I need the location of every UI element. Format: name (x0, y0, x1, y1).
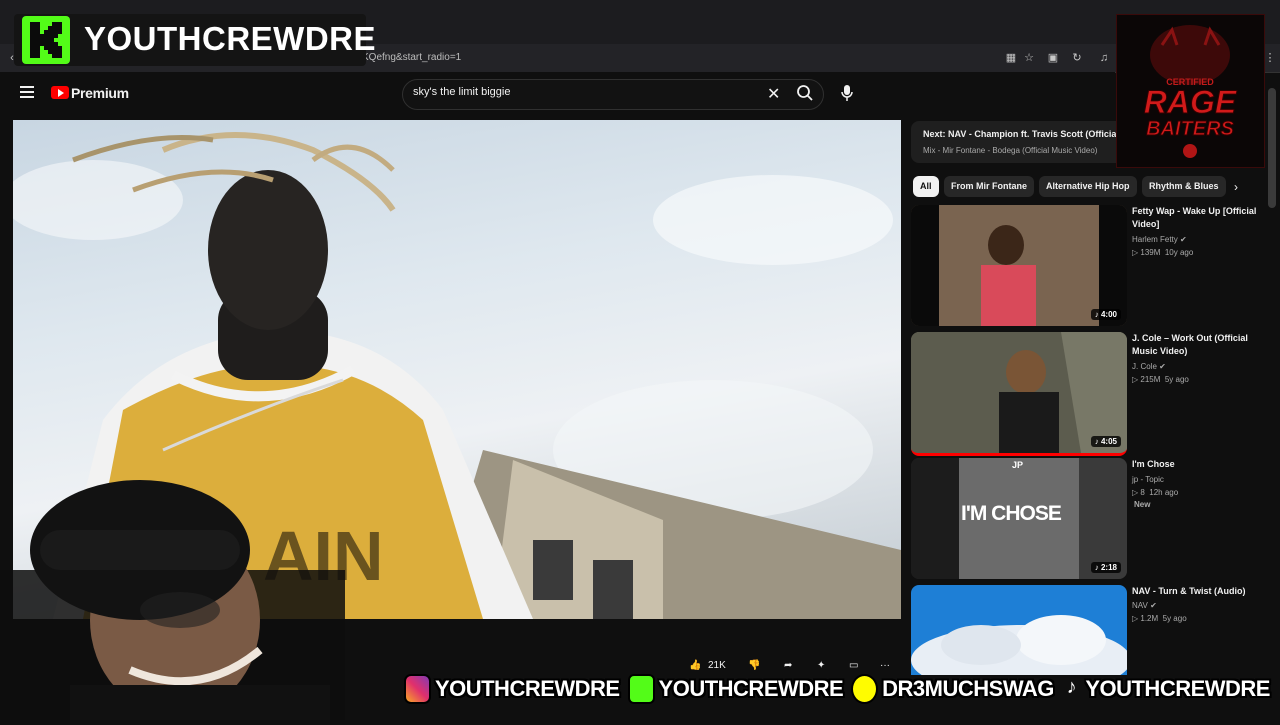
kick-logo-icon (22, 16, 70, 64)
thumbnail-2[interactable]: ♪ 4:05 (911, 332, 1127, 456)
chip-alternative-hip-hop[interactable]: Alternative Hip Hop (1039, 176, 1137, 197)
webcam-overlay (0, 470, 345, 720)
menu-icon[interactable] (20, 86, 34, 98)
svg-text:BAITERS: BAITERS (1146, 118, 1234, 140)
thumb-logo: JP (1012, 460, 1024, 470)
thumb-text: I'M CHOSE (961, 502, 1062, 525)
music-icon[interactable]: ♫ (1096, 50, 1112, 66)
rec-stats-1: ▷ 139M 10y ago (1132, 248, 1194, 257)
thumbnail-1[interactable]: ♪ 4:00 (911, 205, 1127, 326)
thumbnail-3[interactable]: JP I'M CHOSE ♪ 2:18 (911, 458, 1127, 579)
social-banner: YOUTHCREWDRE YOUTHCREWDRE DR3MUCHSWAG ♪ … (404, 673, 1270, 705)
rec-stats-2: ▷ 215M 5y ago (1132, 375, 1189, 384)
microphone-icon[interactable] (840, 84, 854, 107)
kick-icon (627, 674, 655, 704)
rec-stats-3: ▷ 8 12h ago (1132, 488, 1179, 497)
svg-text:RAGE: RAGE (1144, 84, 1238, 120)
instagram-icon (404, 674, 431, 704)
apps-icon[interactable]: ▦ (1003, 50, 1019, 66)
chevron-right-icon[interactable]: › (1234, 180, 1238, 194)
verified-icon: ✔ (1159, 362, 1166, 371)
duration-badge: ♪ 4:05 (1090, 436, 1121, 447)
chip-rhythm-blues[interactable]: Rhythm & Blues (1142, 176, 1226, 197)
like-icon[interactable]: 👍 (689, 660, 701, 671)
duration-badge: ♪ 2:18 (1090, 562, 1121, 573)
banner-snapchat: DR3MUCHSWAG (882, 676, 1054, 701)
verified-icon: ✔ (1180, 235, 1187, 244)
rec-title-3[interactable]: I'm Chose (1132, 458, 1260, 471)
rec-channel-4: NAV ✔ (1132, 601, 1157, 610)
rec-title-4[interactable]: NAV - Turn & Twist (Audio) (1132, 585, 1260, 598)
rec-title-1[interactable]: Fetty Wap - Wake Up [Official Video] (1132, 205, 1260, 231)
sparkle-icon[interactable]: ✦ (817, 660, 825, 671)
rage-baiters-logo: CERTIFIED RAGE BAITERS (1116, 14, 1265, 168)
thumbnail-4[interactable] (911, 585, 1127, 675)
banner-instagram: YOUTHCREWDRE (434, 676, 620, 701)
extension-icon[interactable]: ▣ (1045, 50, 1061, 66)
up-next-card[interactable] (911, 121, 1131, 163)
kick-username: YOUTHCREWDRE (84, 20, 376, 57)
star-icon[interactable]: ☆ (1021, 50, 1037, 66)
rec-channel-3: jp - Topic (1132, 475, 1164, 484)
share-icon[interactable]: ➦ (784, 660, 792, 671)
new-badge: New (1134, 500, 1151, 509)
play-icon (58, 89, 64, 97)
up-next-subtitle: Mix - Mir Fontane - Bodega (Official Mus… (923, 146, 1098, 155)
chip-from-mir-fontane[interactable]: From Mir Fontane (944, 176, 1034, 197)
search-icon[interactable] (796, 84, 814, 107)
clear-icon[interactable]: ✕ (767, 84, 780, 104)
banner-kick: YOUTHCREWDRE (658, 676, 844, 701)
chip-all[interactable]: All (913, 176, 939, 197)
rec-title-2[interactable]: J. Cole – Work Out (Official Music Video… (1132, 332, 1260, 358)
rec-stats-4: ▷ 1.2M 5y ago (1132, 614, 1187, 623)
rec-channel-1: Harlem Fetty ✔ (1132, 235, 1187, 244)
rec-channel-2: J. Cole ✔ (1132, 362, 1166, 371)
tiktok-icon: ♪ (1066, 676, 1077, 698)
refresh-icon[interactable]: ↻ (1069, 50, 1085, 66)
verified-icon: ✔ (1150, 601, 1157, 610)
save-icon[interactable]: ▭ (849, 660, 858, 671)
dislike-icon[interactable]: 👎 (748, 660, 760, 671)
like-count: 21K (708, 660, 726, 671)
duration-badge: ♪ 4:00 (1090, 309, 1121, 320)
search-input[interactable]: sky's the limit biggie (413, 86, 510, 98)
scrollbar[interactable] (1268, 88, 1276, 208)
snapchat-icon (851, 674, 879, 704)
up-next-title[interactable]: Next: NAV - Champion ft. Travis Scott (O… (923, 129, 1118, 139)
banner-tiktok: YOUTHCREWDRE (1085, 676, 1270, 701)
brand-label[interactable]: Premium (71, 85, 129, 101)
url-text[interactable]: KQefng&start_radio=1 (362, 52, 461, 63)
more-actions-icon[interactable]: ··· (880, 660, 890, 671)
